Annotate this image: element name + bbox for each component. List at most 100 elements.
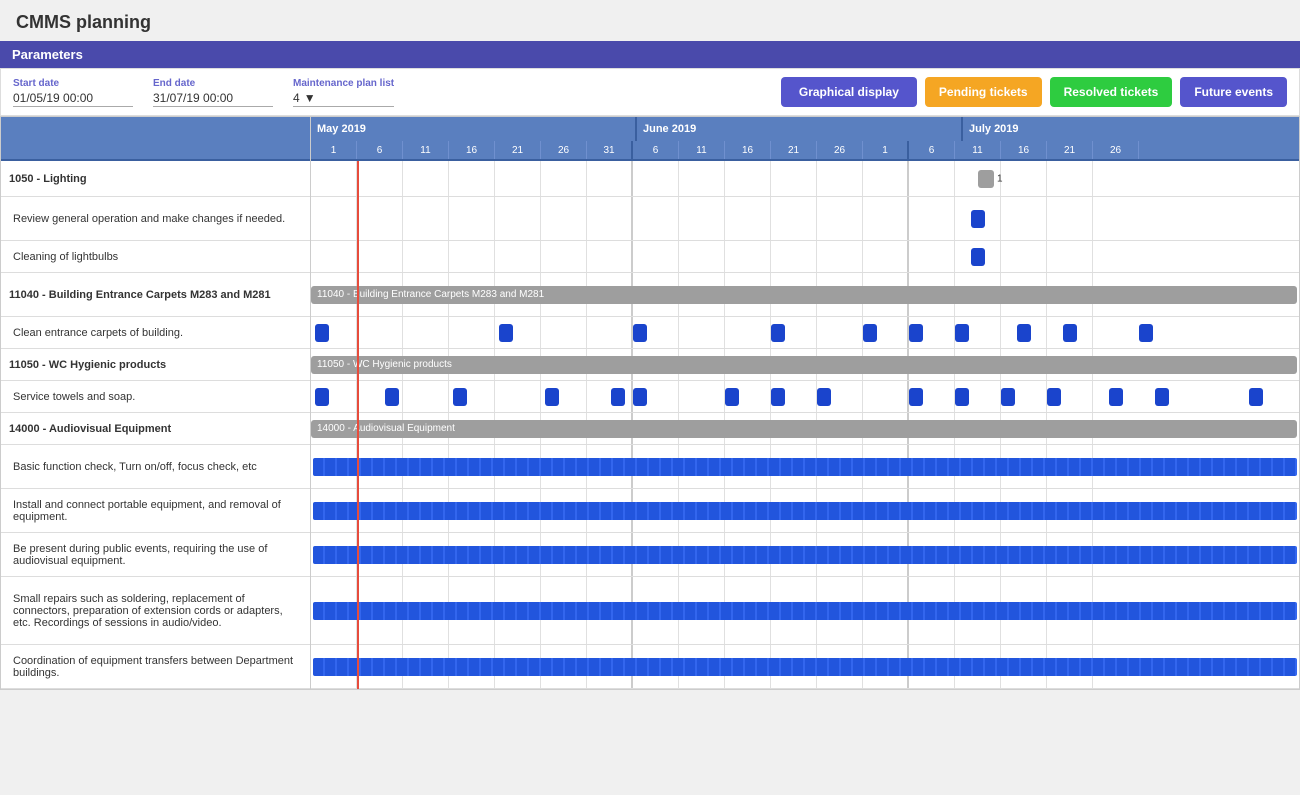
day-6: 6 — [357, 141, 403, 159]
bar-carpets-10 — [1139, 324, 1153, 342]
bar-carpets-8 — [1017, 324, 1031, 342]
day-16: 16 — [449, 141, 495, 159]
task-column: 1050 - Lighting Review general operation… — [1, 117, 311, 689]
task-group-14000-label: 14000 - Audiovisual Equipment — [9, 423, 171, 435]
day-jul1: 1 — [863, 141, 909, 159]
bar-review — [971, 210, 985, 228]
end-date-group: End date 31/07/19 00:00 — [153, 78, 273, 107]
task-coordination: Coordination of equipment transfers betw… — [1, 645, 310, 689]
start-date-label: Start date — [13, 78, 133, 89]
day-jul6: 6 — [909, 141, 955, 159]
task-coordination-label: Coordination of equipment transfers betw… — [13, 655, 302, 679]
chart-row-towels — [311, 381, 1299, 413]
chart-grid-lightbulbs — [311, 241, 1299, 272]
chart-row-basic-function — [311, 445, 1299, 489]
chart-row-review — [311, 197, 1299, 241]
bar-towels-16 — [1249, 388, 1263, 406]
task-group-11050-label: 11050 - WC Hygienic products — [9, 359, 166, 371]
day-j16: 16 — [725, 141, 771, 159]
task-cleaning-lightbulbs-label: Cleaning of lightbulbs — [13, 251, 118, 263]
bar-11040-group: 11040 - Building Entrance Carpets M283 a… — [311, 286, 1297, 304]
pending-tickets-button[interactable]: Pending tickets — [925, 77, 1042, 107]
task-review-general: Review general operation and make change… — [1, 197, 310, 241]
bar-1050-label: 1 — [997, 173, 1003, 184]
bar-14000-group: 14000 - Audiovisual Equipment — [311, 420, 1297, 438]
resolved-tickets-button[interactable]: Resolved tickets — [1050, 77, 1173, 107]
day-jul21: 21 — [1047, 141, 1093, 159]
task-install-connect-label: Install and connect portable equipment, … — [13, 499, 302, 523]
maintenance-group: Maintenance plan list 4 ▼ — [293, 78, 394, 107]
gantt-container: 1050 - Lighting Review general operation… — [0, 116, 1300, 690]
task-basic-function-label: Basic function check, Turn on/off, focus… — [13, 461, 257, 473]
task-service-towels-label: Service towels and soap. — [13, 391, 135, 403]
future-events-button[interactable]: Future events — [1180, 77, 1287, 107]
maintenance-select[interactable]: 4 ▼ — [293, 91, 394, 107]
day-j6: 6 — [633, 141, 679, 159]
maintenance-value: 4 — [293, 91, 300, 105]
chart-row-14000: 14000 - Audiovisual Equipment — [311, 413, 1299, 445]
chart-grid-1050 — [311, 161, 1299, 196]
bar-install-full — [313, 502, 1297, 520]
day-jul26: 26 — [1093, 141, 1139, 159]
task-review-general-label: Review general operation and make change… — [13, 213, 285, 225]
bar-towels-6 — [633, 388, 647, 406]
month-header-row: May 2019 June 2019 July 2019 — [311, 117, 1299, 141]
bar-present-full — [313, 546, 1297, 564]
task-clean-carpets-label: Clean entrance carpets of building. — [13, 327, 183, 339]
task-group-1050-label: 1050 - Lighting — [9, 173, 87, 185]
chart-column: May 2019 June 2019 July 2019 1 6 11 16 2… — [311, 117, 1299, 689]
task-service-towels: Service towels and soap. — [1, 381, 310, 413]
bar-repairs-full — [313, 602, 1297, 620]
bar-towels-2 — [385, 388, 399, 406]
chart-row-lightbulbs — [311, 241, 1299, 273]
bar-carpets-9 — [1063, 324, 1077, 342]
end-date-label: End date — [153, 78, 273, 89]
start-date-value[interactable]: 01/05/19 00:00 — [13, 91, 133, 107]
bar-carpets-1 — [315, 324, 329, 342]
bar-towels-15 — [1155, 388, 1169, 406]
bar-towels-10 — [909, 388, 923, 406]
chart-row-repairs — [311, 577, 1299, 645]
chart-row-present — [311, 533, 1299, 577]
graphical-display-button[interactable]: Graphical display — [781, 77, 917, 107]
bar-carpets-6 — [909, 324, 923, 342]
bar-1050-lighting — [978, 170, 994, 188]
chart-rows-container: 1 11040 - Building En — [311, 161, 1299, 689]
task-install-connect: Install and connect portable equipment, … — [1, 489, 310, 533]
chart-row-coordination — [311, 645, 1299, 689]
bar-towels-9 — [817, 388, 831, 406]
bar-carpets-7 — [955, 324, 969, 342]
day-j11: 11 — [679, 141, 725, 159]
maintenance-label: Maintenance plan list — [293, 78, 394, 89]
chart-row-install — [311, 489, 1299, 533]
bar-basic-function-full — [313, 458, 1297, 476]
end-date-value[interactable]: 31/07/19 00:00 — [153, 91, 273, 107]
bar-towels-1 — [315, 388, 329, 406]
bar-carpets-2 — [499, 324, 513, 342]
bar-carpets-5 — [863, 324, 877, 342]
start-date-group: Start date 01/05/19 00:00 — [13, 78, 133, 107]
day-21: 21 — [495, 141, 541, 159]
bar-towels-8 — [771, 388, 785, 406]
bar-towels-11 — [955, 388, 969, 406]
bar-towels-14 — [1109, 388, 1123, 406]
chart-row-11040: 11040 - Building Entrance Carpets M283 a… — [311, 273, 1299, 317]
page-title: CMMS planning — [0, 0, 1300, 41]
day-jul16: 16 — [1001, 141, 1047, 159]
bar-lightbulbs — [971, 248, 985, 266]
bar-11050-group: 11050 - WC Hygienic products — [311, 356, 1297, 374]
day-31: 31 — [587, 141, 633, 159]
day-j21: 21 — [771, 141, 817, 159]
parameters-panel: Parameters — [0, 41, 1300, 68]
chart-row-11050: 11050 - WC Hygienic products — [311, 349, 1299, 381]
bar-coordination-full — [313, 658, 1297, 676]
bar-carpets-4 — [771, 324, 785, 342]
task-small-repairs: Small repairs such as soldering, replace… — [1, 577, 310, 645]
task-column-header — [1, 117, 310, 161]
bar-towels-13 — [1047, 388, 1061, 406]
month-july: July 2019 — [963, 117, 1299, 141]
task-basic-function: Basic function check, Turn on/off, focus… — [1, 445, 310, 489]
bar-towels-5 — [611, 388, 625, 406]
day-j26: 26 — [817, 141, 863, 159]
task-be-present: Be present during public events, requiri… — [1, 533, 310, 577]
